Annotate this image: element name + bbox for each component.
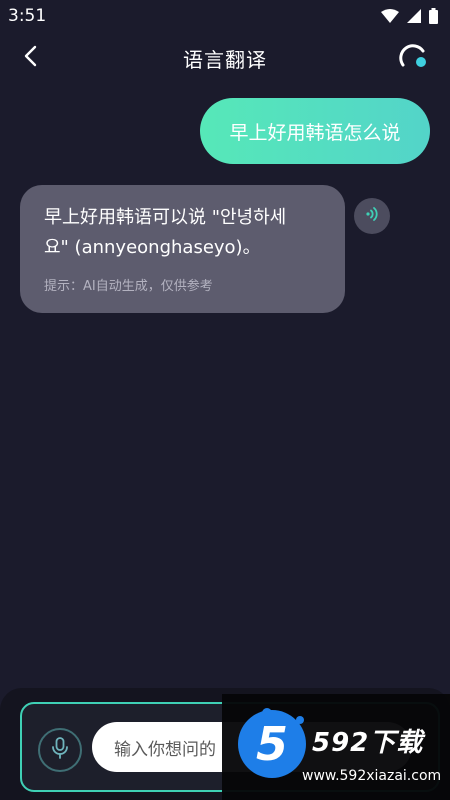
microphone-icon — [51, 737, 69, 763]
back-button[interactable] — [14, 42, 46, 74]
user-message-bubble: 早上好用韩语怎么说 — [200, 98, 430, 164]
watermark-title: 592下载 — [312, 728, 424, 758]
play-audio-button[interactable] — [354, 198, 390, 234]
watermark-url: www.592xiazai.com — [302, 768, 442, 784]
user-message-text: 早上好用韩语怎么说 — [229, 121, 401, 144]
chevron-left-icon — [23, 45, 37, 71]
refresh-icon — [399, 41, 429, 75]
signal-icon — [407, 9, 421, 23]
ai-disclaimer: 提示：AI自动生成，仅供参考 — [44, 279, 213, 294]
app-header: 语言翻译 — [0, 36, 450, 80]
ai-message-text: 早上好用韩语可以说 "안녕하세 요" (annyeonghaseyo)。 — [44, 203, 321, 263]
message-input-placeholder: 输入你想问的 — [114, 739, 216, 760]
ai-message-line: 요" (annyeonghaseyo)。 — [44, 237, 261, 258]
watermark-logo-number: 5 — [255, 717, 288, 771]
new-chat-button[interactable] — [396, 40, 432, 76]
ai-message-bubble: 早上好用韩语可以说 "안녕하세 요" (annyeonghaseyo)。 提示：… — [20, 185, 345, 313]
status-time: 3:51 — [8, 6, 47, 26]
page-title: 语言翻译 — [183, 47, 267, 72]
battery-icon — [429, 8, 438, 24]
status-icons — [381, 8, 438, 24]
watermark-logo: 5 — [238, 710, 306, 778]
speaker-wave-icon — [363, 205, 381, 227]
wifi-icon — [381, 9, 399, 23]
voice-input-button[interactable] — [38, 728, 82, 772]
ai-message-line: 早上好用韩语可以说 "안녕하세 — [44, 207, 287, 228]
status-bar: 3:51 — [0, 0, 450, 32]
